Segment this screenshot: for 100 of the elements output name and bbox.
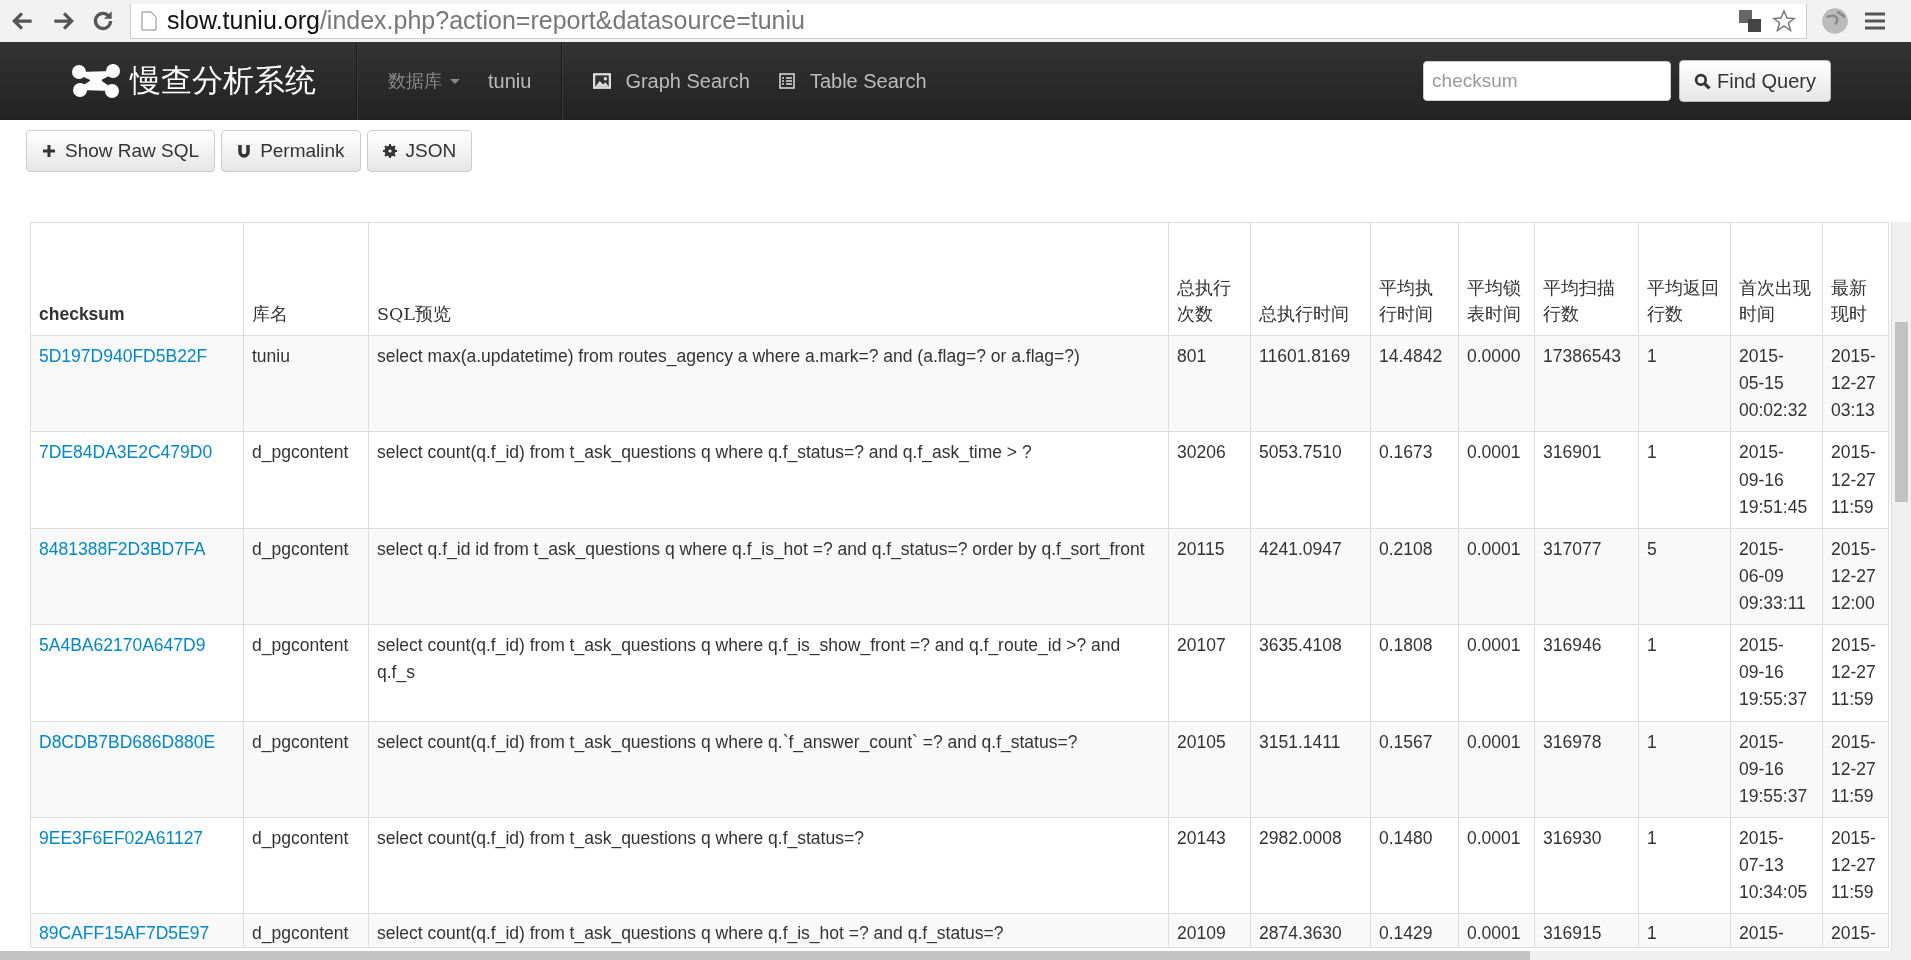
table-cell: 316930 <box>1534 817 1639 914</box>
table-cell: 0.0001 <box>1458 913 1535 948</box>
address-bar[interactable]: slow.tuniu.org/index.php?action=report&datasource=tuniu <box>130 3 1807 39</box>
table-cell: d_pgcontent <box>243 431 369 529</box>
table-cell: 20105 <box>1168 721 1251 818</box>
checksum-link[interactable]: 7DE84DA3E2C479D0 <box>39 442 213 463</box>
table-cell: d_pgcontent <box>243 721 369 818</box>
table-cell: 0.1429 <box>1370 913 1459 948</box>
table-cell: d_pgcontent <box>243 913 369 948</box>
table-cell: 316946 <box>1534 624 1639 721</box>
table-cell: 316901 <box>1534 431 1639 529</box>
table-cell: 2015-06-09 09:33:11 <box>1730 528 1823 625</box>
table-cell: 0.2108 <box>1370 528 1459 625</box>
table-cell: select q.f_id id from t_ask_questions q where q.f_is_hot =? and q.f_status=? order by q.f_sort_front <box>368 528 1169 625</box>
table-cell: 2015-09-16 19:55:37 <box>1730 721 1823 818</box>
table-cell: select count(q.f_id) from t_ask_questions q where q.f_is_hot =? and q.f_status=? <box>368 913 1169 948</box>
nodes-logo-icon <box>70 63 122 99</box>
database-dropdown[interactable]: 数据库 <box>374 69 474 93</box>
page-icon <box>141 10 157 31</box>
table-cell: 2015- <box>1730 913 1823 948</box>
table-cell: select count(q.f_id) from t_ask_questions q where q.f_is_show_front =? and q.f_route_id >? and q.f_s <box>368 624 1169 721</box>
table-cell: 2015-09-16 19:51:45 <box>1730 431 1823 529</box>
table-cell: d_pgcontent <box>243 528 369 625</box>
table-cell: 0.1808 <box>1370 624 1459 721</box>
find-query-button[interactable]: Find Query <box>1679 60 1831 102</box>
table-cell: 2015-12-27 11:59 <box>1822 431 1889 529</box>
menu-icon[interactable] <box>1863 11 1887 31</box>
table-cell: 1 <box>1638 624 1731 721</box>
table-cell: 2015- <box>1822 913 1889 948</box>
table-cell: 0.0001 <box>1458 528 1535 625</box>
table-cell: 0.0001 <box>1458 431 1535 529</box>
table-cell: 0.0001 <box>1458 721 1535 818</box>
table-cell: 0.0001 <box>1458 624 1535 721</box>
table-cell: 2982.0008 <box>1250 817 1371 914</box>
table-cell: 20109 <box>1168 913 1251 948</box>
database-name[interactable]: tuniu <box>474 69 546 93</box>
table-cell: 0.1480 <box>1370 817 1459 914</box>
table-cell: 20143 <box>1168 817 1251 914</box>
action-button[interactable]: Show Raw SQL <box>26 130 216 172</box>
table-cell: 2015-12-27 11:59 <box>1822 624 1889 721</box>
table-cell: 2015-12-27 12:00 <box>1822 528 1889 625</box>
star-icon[interactable] <box>1772 8 1796 33</box>
table-cell: 14.4842 <box>1370 335 1459 432</box>
table-cell: 0.1673 <box>1370 431 1459 529</box>
table-cell: 1 <box>1638 721 1731 818</box>
table-cell: 0.0001 <box>1458 817 1535 914</box>
nav-link[interactable]: Graph Search <box>579 69 764 93</box>
nav-link[interactable]: Table Search <box>763 69 941 93</box>
table-cell: 30206 <box>1168 431 1251 529</box>
checksum-link[interactable]: 5A4BA62170A647D9 <box>39 635 206 656</box>
table-cell: select max(a.updatetime) from routes_agency a where a.mark=? and (a.flag=? or a.flag=?) <box>368 335 1169 432</box>
table-cell: select count(q.f_id) from t_ask_questions q where q.`f_answer_count` =? and q.f_status=? <box>368 721 1169 818</box>
app-title[interactable]: 慢查分析系统 <box>130 60 316 102</box>
action-button[interactable]: Permalink <box>221 130 361 172</box>
magnet-icon <box>237 144 252 158</box>
table-cell: 1 <box>1638 431 1731 529</box>
checksum-link[interactable]: D8CDB7BD686D880E <box>39 731 216 752</box>
checksum-link[interactable]: 5D197D940FD5B22F <box>39 346 208 366</box>
table-cell: 1 <box>1638 817 1731 914</box>
table-cell: 316915 <box>1534 913 1639 948</box>
url-text: slow.tuniu.org/index.php?action=report&datasource=tuniu <box>167 6 805 35</box>
table-cell: 2015-07-13 10:34:05 <box>1730 817 1823 914</box>
picture-icon <box>593 73 612 89</box>
checksum-link[interactable]: 8481388F2D3BD7FA <box>39 538 206 559</box>
table-cell: tuniu <box>243 335 369 432</box>
table-cell: 3151.1411 <box>1250 721 1371 818</box>
table-cell: 0.1567 <box>1370 721 1459 818</box>
table-cell: 2015-12-27 03:13 <box>1822 335 1889 432</box>
checksum-link[interactable]: 9EE3F6EF02A61127 <box>39 827 204 848</box>
table-cell: 2015-12-27 11:59 <box>1822 721 1889 818</box>
action-button[interactable]: JSON <box>366 130 473 172</box>
table-cell: 20115 <box>1168 528 1251 625</box>
checksum-search-field[interactable]: checksum <box>1423 61 1672 101</box>
table-cell: 17386543 <box>1534 335 1639 432</box>
table-cell: select count(q.f_id) from t_ask_questions q where q.f_status=? and q.f_ask_time > ? <box>368 431 1169 529</box>
table-cell: 5053.7510 <box>1250 431 1371 529</box>
table-cell: select count(q.f_id) from t_ask_questions q where q.f_status=? <box>368 817 1169 914</box>
table-cell: 2015-12-27 11:59 <box>1822 817 1889 914</box>
table-cell: 11601.8169 <box>1250 335 1371 432</box>
vertical-scrollbar[interactable] <box>1891 222 1911 951</box>
table-cell: 1 <box>1638 335 1731 432</box>
table-cell: 801 <box>1168 335 1251 432</box>
table-cell: 0.0000 <box>1458 335 1535 432</box>
table-cell: 1 <box>1638 913 1731 948</box>
table-cell: d_pgcontent <box>243 817 369 914</box>
table-cell: 2015-09-16 19:55:37 <box>1730 624 1823 721</box>
table-cell: d_pgcontent <box>243 624 369 721</box>
table-cell: 20107 <box>1168 624 1251 721</box>
table-cell: 2015-05-15 00:02:32 <box>1730 335 1823 432</box>
table-cell: 316978 <box>1534 721 1639 818</box>
search-icon <box>1694 72 1712 90</box>
table-cell: 3635.4108 <box>1250 624 1371 721</box>
list-icon <box>777 73 796 89</box>
plus-icon <box>42 144 56 158</box>
table-cell: 4241.0947 <box>1250 528 1371 625</box>
table-cell: 5 <box>1638 528 1731 625</box>
horizontal-scrollbar[interactable] <box>0 951 1911 960</box>
settings-icon <box>382 144 397 158</box>
table-cell: 2874.3630 <box>1250 913 1371 948</box>
table-cell: 317077 <box>1534 528 1639 625</box>
